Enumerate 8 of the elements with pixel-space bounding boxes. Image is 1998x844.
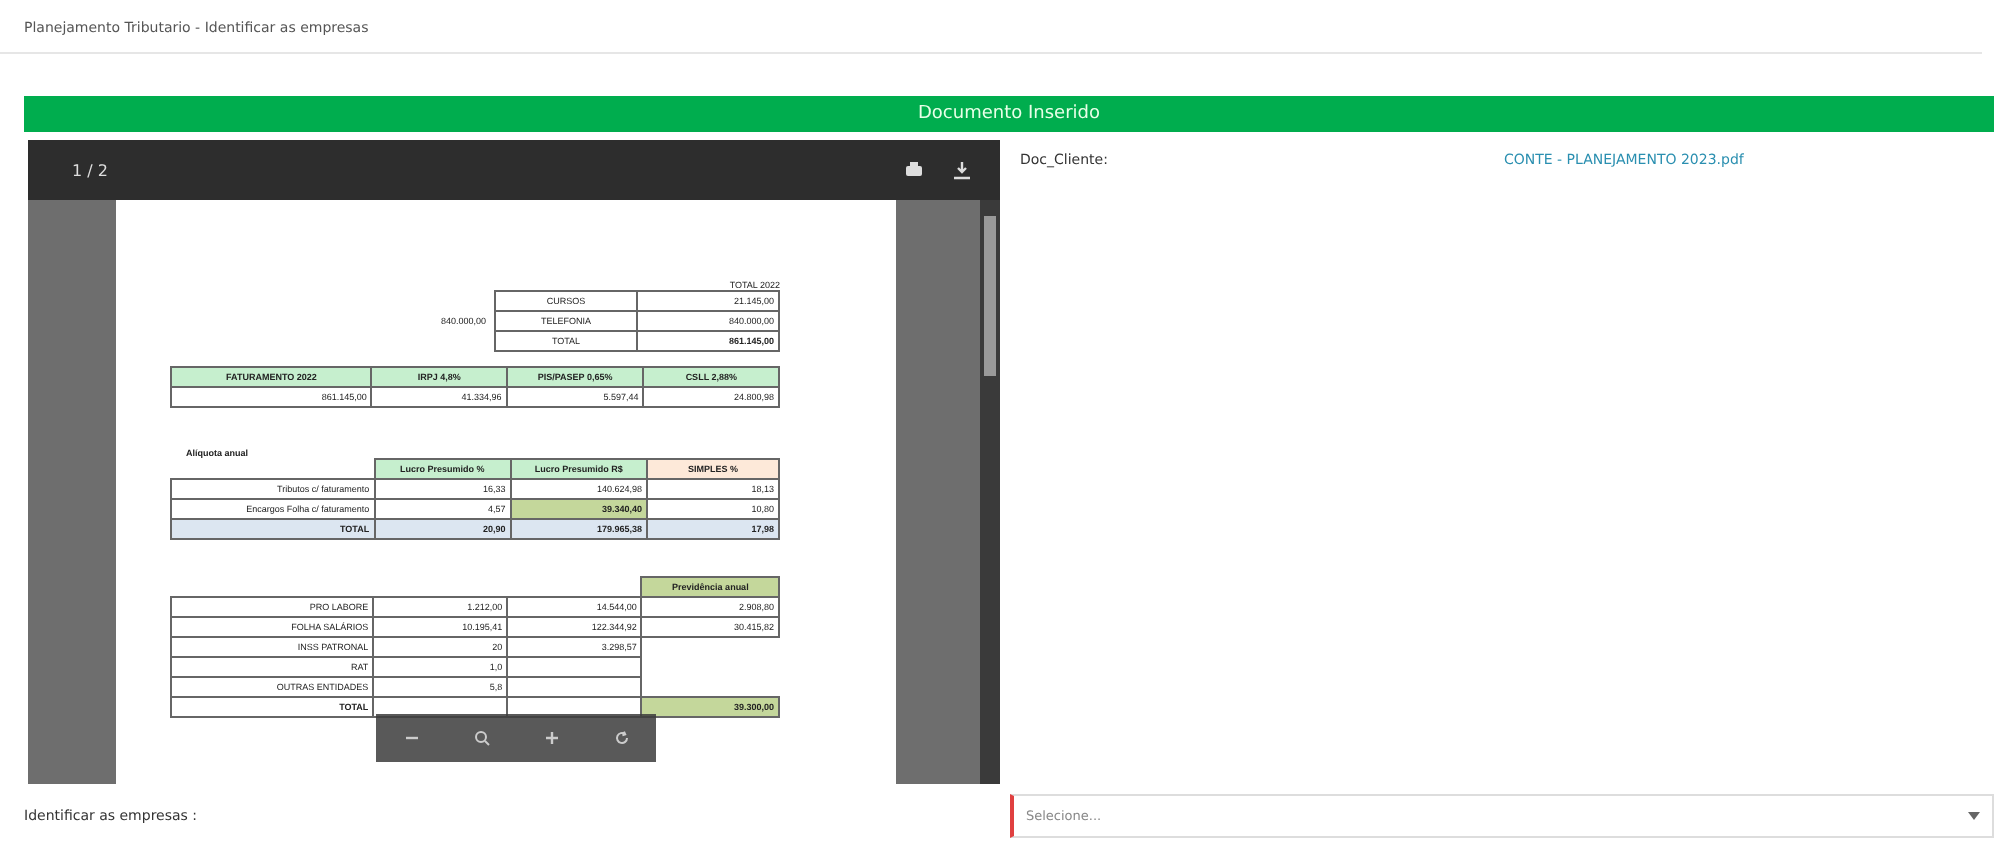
download-icon[interactable] [952, 160, 972, 180]
print-icon[interactable] [904, 160, 924, 180]
page-indicator: 1 / 2 [72, 161, 110, 179]
zoom-in-icon[interactable] [543, 730, 559, 746]
rotate-icon[interactable] [613, 730, 629, 746]
caret-icon [1968, 812, 1980, 820]
status-banner: Documento Inserido [24, 96, 1994, 132]
search-icon[interactable] [473, 730, 489, 746]
